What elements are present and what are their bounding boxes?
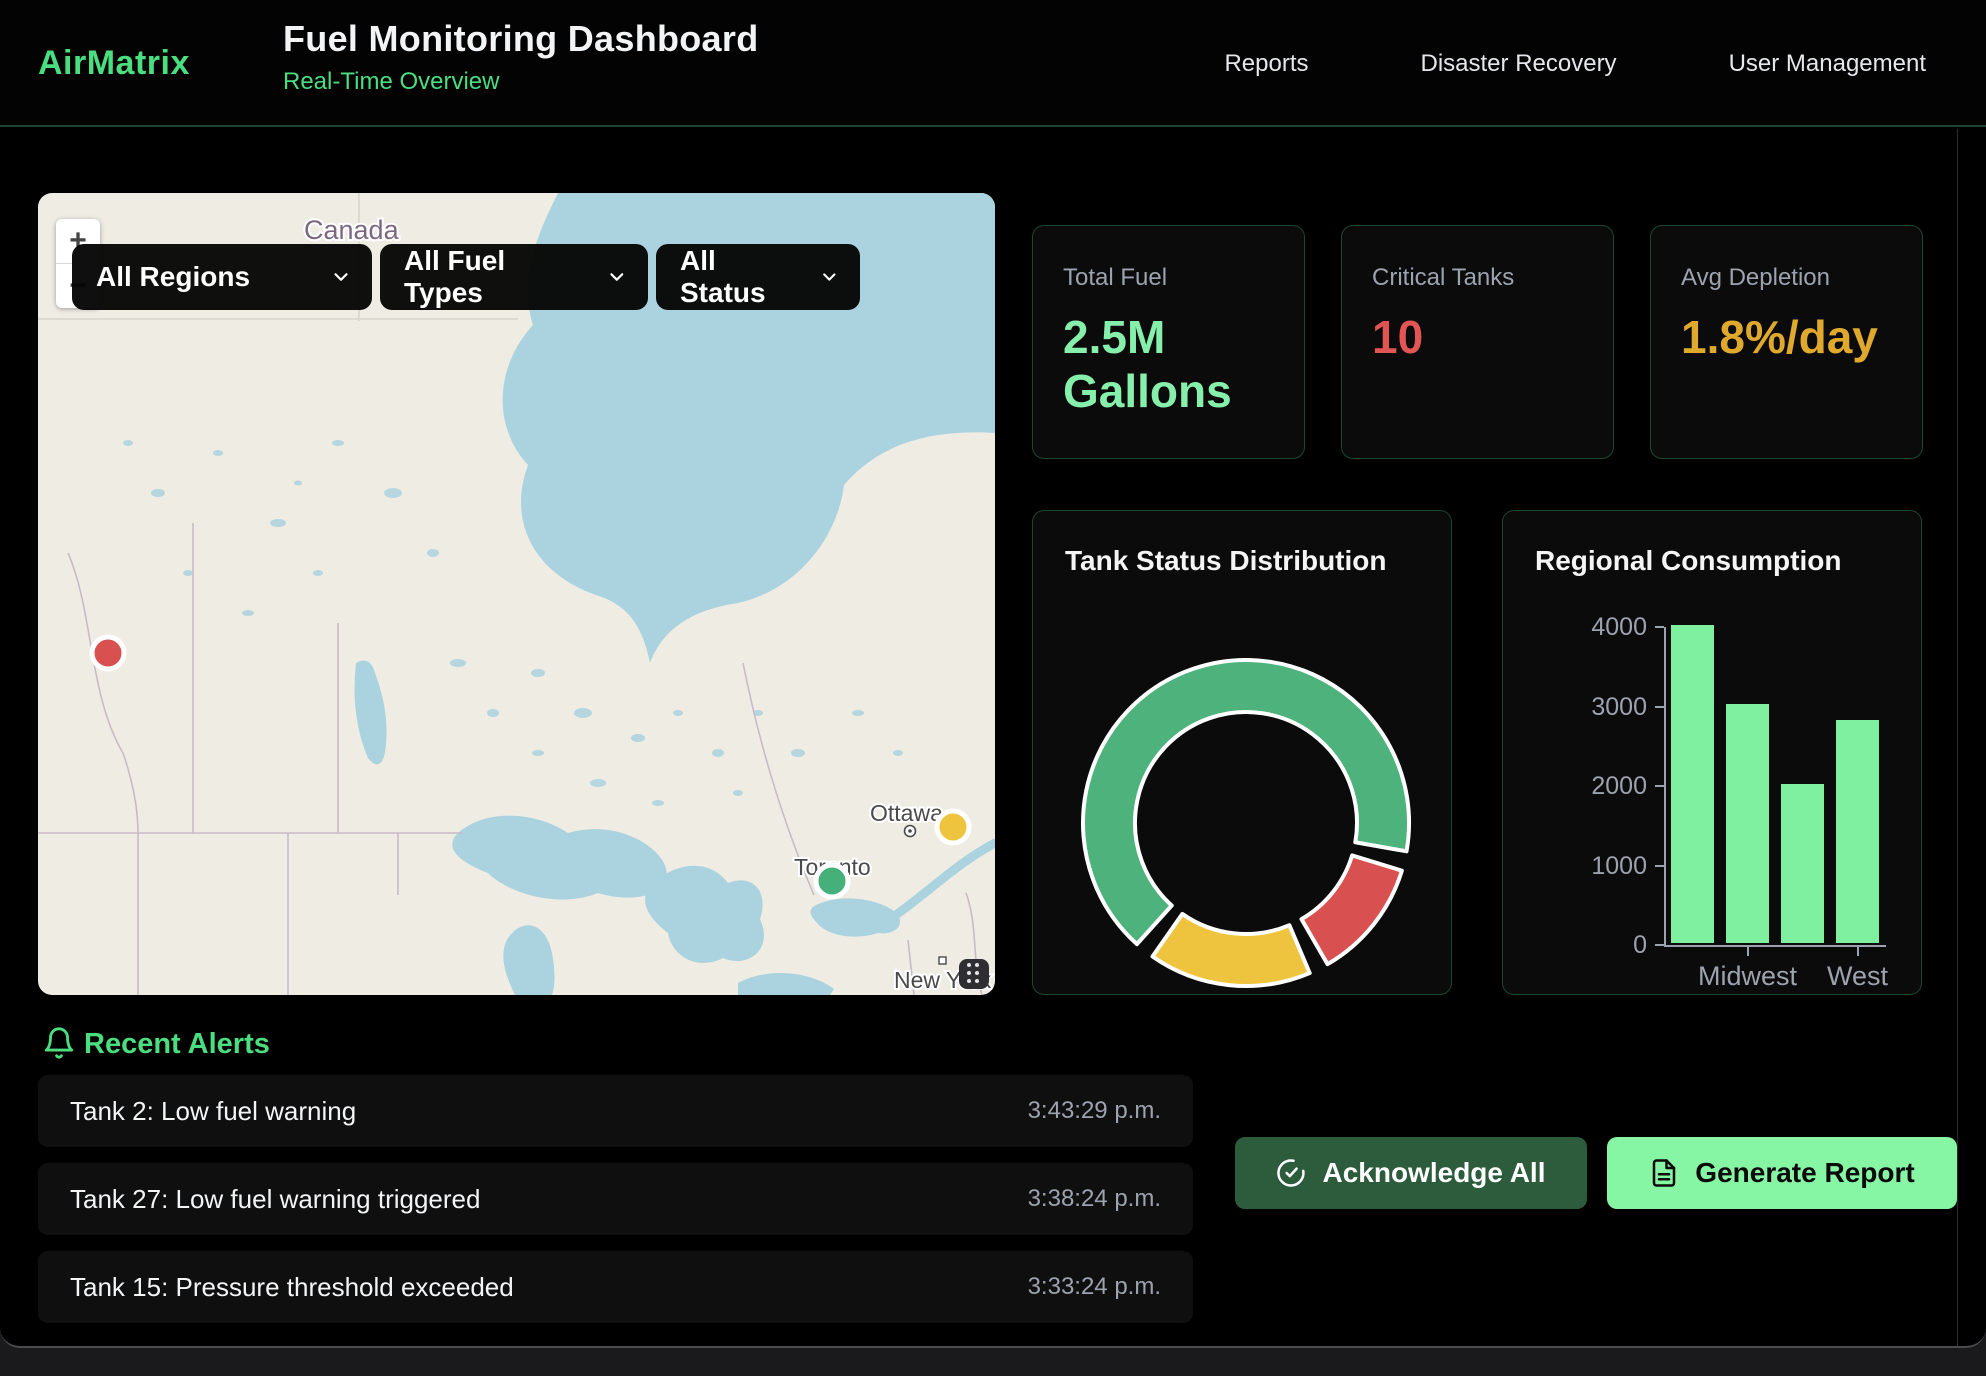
brand-logo[interactable]: AirMatrix <box>38 0 190 127</box>
stat-card-avg-depletion: Avg Depletion 1.8%/day <box>1650 225 1923 459</box>
stat-card-critical-tanks: Critical Tanks 10 <box>1341 225 1614 459</box>
bar <box>1671 625 1714 943</box>
page-subtitle: Real-Time Overview <box>283 68 758 96</box>
x-tick-label: Midwest <box>1698 961 1797 992</box>
lake-huron <box>645 866 764 963</box>
x-tick-mark <box>1857 947 1859 956</box>
filter-status-label: All Status <box>680 245 801 309</box>
nav-reports[interactable]: Reports <box>1224 50 1308 78</box>
generate-report-button[interactable]: Generate Report <box>1607 1137 1957 1209</box>
y-tick-label: 3000 <box>1507 693 1647 722</box>
st-lawrence-river <box>893 843 995 917</box>
alert-message: Tank 15: Pressure threshold exceeded <box>70 1272 514 1303</box>
bar <box>1781 784 1824 943</box>
filter-fuel-types-label: All Fuel Types <box>404 245 588 309</box>
donut-segment-red-critical <box>1302 855 1402 964</box>
map-label-ottawa: Ottawa <box>870 800 943 826</box>
stat-label: Avg Depletion <box>1681 264 1892 292</box>
map-label-canada: Canada <box>304 215 400 245</box>
header: AirMatrix Fuel Monitoring Dashboard Real… <box>0 0 1986 127</box>
map-filters: All Regions All Fuel Types All Status <box>72 244 860 310</box>
bar-chart-x-axis <box>1664 945 1886 947</box>
page-title: Fuel Monitoring Dashboard <box>283 18 758 60</box>
y-tick-label: 2000 <box>1507 772 1647 801</box>
filter-fuel-types-dropdown[interactable]: All Fuel Types <box>380 244 648 310</box>
nav-user-management[interactable]: User Management <box>1729 50 1926 78</box>
check-circle-icon <box>1276 1158 1306 1188</box>
acknowledge-all-label: Acknowledge All <box>1322 1157 1545 1189</box>
new-york-city-marker <box>939 957 946 964</box>
y-tick-mark <box>1655 944 1664 946</box>
filter-regions-dropdown[interactable]: All Regions <box>72 244 372 310</box>
lake-superior <box>452 816 667 900</box>
nav-disaster-recovery[interactable]: Disaster Recovery <box>1421 50 1617 78</box>
y-tick-mark <box>1655 626 1664 628</box>
alert-message: Tank 2: Low fuel warning <box>70 1096 356 1127</box>
bell-icon <box>42 1026 76 1060</box>
alert-row[interactable]: Tank 2: Low fuel warning 3:43:29 p.m. <box>38 1075 1193 1147</box>
tank-marker-normal[interactable] <box>816 865 848 897</box>
bar-chart-bars <box>1671 625 1879 943</box>
y-tick-mark <box>1655 785 1664 787</box>
regional-consumption-card: Regional Consumption 0 1000 2000 3000 4000 M… <box>1502 510 1922 995</box>
lake-ontario <box>810 898 900 936</box>
app-window: AirMatrix Fuel Monitoring Dashboard Real… <box>0 0 1986 1348</box>
y-tick-label: 0 <box>1507 931 1647 960</box>
main-nav: Reports Disaster Recovery User Managemen… <box>1224 0 1926 127</box>
donut-segment-amber-warning <box>1153 914 1310 986</box>
y-tick-mark <box>1655 865 1664 867</box>
bar-chart-title: Regional Consumption <box>1535 545 1889 577</box>
stat-label: Total Fuel <box>1063 264 1274 292</box>
file-text-icon <box>1649 1158 1679 1188</box>
filter-status-dropdown[interactable]: All Status <box>656 244 860 310</box>
tank-marker-warning[interactable] <box>937 811 969 843</box>
bar <box>1726 704 1769 943</box>
stat-card-total-fuel: Total Fuel 2.5M Gallons <box>1032 225 1305 459</box>
chevron-down-icon <box>330 266 352 288</box>
x-tick-label: West <box>1827 961 1888 992</box>
alert-time: 3:38:24 p.m. <box>1028 1185 1161 1213</box>
lake-michigan <box>503 925 554 995</box>
map-canvas[interactable]: Canada Ottawa Toronto New York <box>38 193 995 995</box>
stat-label: Critical Tanks <box>1372 264 1583 292</box>
x-tick-mark <box>1747 947 1749 956</box>
page-title-block: Fuel Monitoring Dashboard Real-Time Over… <box>283 18 758 96</box>
stat-value: 2.5M Gallons <box>1063 310 1274 419</box>
donut-chart-title: Tank Status Distribution <box>1065 545 1419 577</box>
tank-status-card: Tank Status Distribution <box>1032 510 1452 995</box>
stat-value: 1.8%/day <box>1681 310 1892 364</box>
bar-chart-y-axis <box>1664 627 1666 947</box>
bar <box>1836 720 1879 943</box>
map-resize-handle[interactable] <box>959 959 989 989</box>
alert-time: 3:33:24 p.m. <box>1028 1273 1161 1301</box>
chevron-down-icon <box>606 266 628 288</box>
filter-regions-label: All Regions <box>96 261 250 293</box>
y-tick-label: 1000 <box>1507 852 1647 881</box>
lake-erie <box>738 973 834 995</box>
tank-marker-critical[interactable] <box>92 637 124 669</box>
y-tick-label: 4000 <box>1507 613 1647 642</box>
alerts-section-title: Recent Alerts <box>84 1028 270 1061</box>
map-panel: Canada Ottawa Toronto New York + − All R… <box>38 193 995 995</box>
tank-status-donut <box>1076 653 1416 993</box>
alert-time: 3:43:29 p.m. <box>1028 1097 1161 1125</box>
alert-row[interactable]: Tank 15: Pressure threshold exceeded 3:3… <box>38 1251 1193 1323</box>
generate-report-label: Generate Report <box>1695 1157 1914 1189</box>
y-tick-mark <box>1655 706 1664 708</box>
alert-row[interactable]: Tank 27: Low fuel warning triggered 3:38… <box>38 1163 1193 1235</box>
acknowledge-all-button[interactable]: Acknowledge All <box>1235 1137 1587 1209</box>
scrollbar-track[interactable] <box>1957 129 1986 1346</box>
stat-value: 10 <box>1372 310 1583 364</box>
chevron-down-icon <box>819 266 840 288</box>
alert-message: Tank 27: Low fuel warning triggered <box>70 1184 480 1215</box>
